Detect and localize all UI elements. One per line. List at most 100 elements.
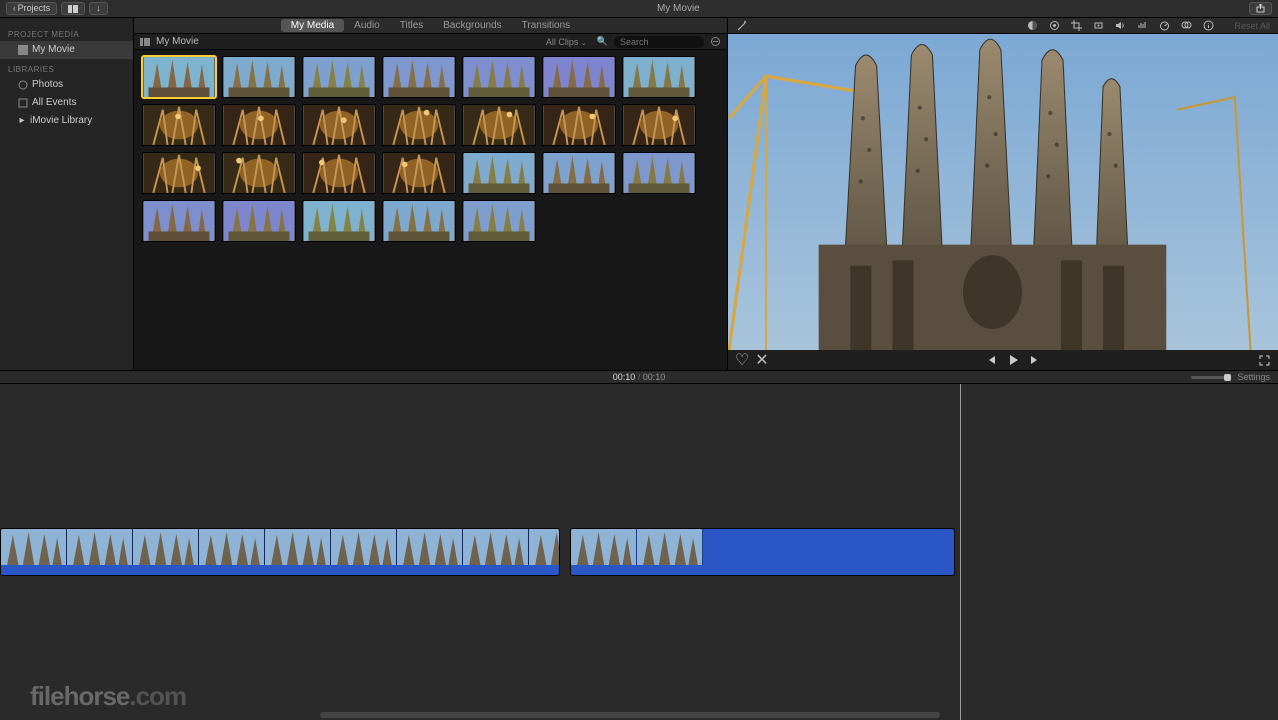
import-button[interactable]: ↓ bbox=[89, 2, 108, 15]
play-button[interactable] bbox=[1007, 354, 1019, 366]
tab-backgrounds[interactable]: Backgrounds bbox=[433, 19, 511, 32]
clip-thumbnail[interactable] bbox=[302, 104, 376, 146]
timeline-frame bbox=[265, 529, 331, 567]
favorite-heart-icon[interactable]: ♡ bbox=[736, 354, 748, 366]
noise-reduction-icon[interactable] bbox=[1136, 20, 1148, 32]
timeline-clip-1[interactable] bbox=[0, 528, 560, 576]
share-button[interactable] bbox=[1249, 2, 1272, 15]
tab-my-media[interactable]: My Media bbox=[281, 19, 344, 32]
browser-tabs: My Media Audio Titles Backgrounds Transi… bbox=[134, 18, 727, 34]
clapper-icon bbox=[18, 45, 28, 55]
timeline-frame bbox=[463, 529, 529, 567]
viewer-toolbar: Reset All bbox=[728, 18, 1278, 34]
reject-x-icon[interactable]: ✕ bbox=[756, 354, 768, 366]
clip-thumbnail[interactable] bbox=[382, 152, 456, 194]
preview-viewport[interactable] bbox=[728, 34, 1278, 350]
stabilize-icon[interactable] bbox=[1092, 20, 1104, 32]
timeline[interactable]: filehorse.com bbox=[0, 384, 1278, 720]
library-toggle-button[interactable] bbox=[61, 2, 85, 15]
color-balance-icon[interactable] bbox=[1026, 20, 1038, 32]
tab-titles[interactable]: Titles bbox=[390, 19, 434, 32]
media-browser: My Media Audio Titles Backgrounds Transi… bbox=[134, 18, 728, 370]
audio-waveform bbox=[571, 565, 954, 575]
clip-thumbnail[interactable] bbox=[382, 200, 456, 242]
horizontal-scrollbar[interactable] bbox=[320, 712, 940, 718]
sidebar-item-label: All Events bbox=[32, 96, 76, 110]
clip-thumbnail[interactable] bbox=[542, 152, 616, 194]
photo-icon bbox=[18, 80, 28, 90]
browser-header: My Movie All Clips ⌄ 🔍 bbox=[134, 34, 727, 50]
timecode-row: 00:10 / 00:10 Settings bbox=[0, 370, 1278, 384]
timeline-frame bbox=[397, 529, 463, 567]
clip-thumbnail[interactable] bbox=[542, 104, 616, 146]
clip-thumbnail[interactable] bbox=[302, 56, 376, 98]
timeline-frame bbox=[637, 529, 703, 567]
clip-thumbnail[interactable] bbox=[142, 152, 216, 194]
clip-thumbnail[interactable] bbox=[462, 104, 536, 146]
clip-thumbnail[interactable] bbox=[142, 200, 216, 242]
timeline-frame bbox=[529, 529, 560, 567]
tab-audio[interactable]: Audio bbox=[344, 19, 390, 32]
timeline-frame bbox=[67, 529, 133, 567]
main-row: PROJECT MEDIA My Movie LIBRARIES Photos … bbox=[0, 18, 1278, 370]
timeline-frame bbox=[199, 529, 265, 567]
tab-transitions[interactable]: Transitions bbox=[512, 19, 581, 32]
clip-thumbnail[interactable] bbox=[222, 152, 296, 194]
clip-thumbnail[interactable] bbox=[382, 56, 456, 98]
clip-thumbnail[interactable] bbox=[142, 56, 216, 98]
clip-thumbnail[interactable] bbox=[462, 56, 536, 98]
search-input[interactable] bbox=[614, 36, 704, 48]
playhead[interactable] bbox=[960, 384, 961, 720]
clip-thumbnail[interactable] bbox=[462, 200, 536, 242]
clip-thumbnail[interactable] bbox=[142, 104, 216, 146]
clip-thumbnail[interactable] bbox=[222, 200, 296, 242]
fullscreen-icon[interactable] bbox=[1258, 354, 1270, 366]
filter-icon[interactable] bbox=[1180, 20, 1192, 32]
sidebar-item-label: Photos bbox=[32, 78, 63, 92]
clip-thumbnail[interactable] bbox=[622, 152, 696, 194]
info-icon[interactable] bbox=[1202, 20, 1214, 32]
clip-thumbnail[interactable] bbox=[302, 200, 376, 242]
titlebar: ‹ Projects ↓ My Movie bbox=[0, 0, 1278, 18]
sidebar-item-all-events[interactable]: All Events bbox=[0, 94, 133, 112]
reset-all-button[interactable]: Reset All bbox=[1234, 21, 1270, 31]
sidebar-item-label: iMovie Library bbox=[30, 114, 92, 128]
timeline-clip-2[interactable] bbox=[570, 528, 955, 576]
list-view-icon[interactable] bbox=[140, 37, 150, 47]
search-icon: 🔍 bbox=[597, 36, 608, 47]
audio-waveform bbox=[1, 565, 559, 575]
clip-thumbnail[interactable] bbox=[462, 152, 536, 194]
clip-appearance-icon[interactable] bbox=[710, 36, 721, 47]
projects-back-button[interactable]: ‹ Projects bbox=[6, 2, 57, 15]
clip-thumbnail[interactable] bbox=[222, 104, 296, 146]
timeline-frame bbox=[331, 529, 397, 567]
download-arrow-icon: ↓ bbox=[96, 3, 101, 14]
sidebar: PROJECT MEDIA My Movie LIBRARIES Photos … bbox=[0, 18, 134, 370]
clip-thumbnail[interactable] bbox=[622, 56, 696, 98]
prev-frame-button[interactable] bbox=[985, 354, 997, 366]
sidebar-item-imovie-library[interactable]: ▸ iMovie Library bbox=[0, 112, 133, 130]
clip-thumbnail[interactable] bbox=[222, 56, 296, 98]
clip-thumbnail[interactable] bbox=[542, 56, 616, 98]
projects-label: Projects bbox=[18, 3, 51, 14]
clip-thumbnail[interactable] bbox=[622, 104, 696, 146]
enhance-wand-icon[interactable] bbox=[736, 20, 748, 32]
next-frame-button[interactable] bbox=[1029, 354, 1041, 366]
clip-thumbnail[interactable] bbox=[382, 104, 456, 146]
color-correction-icon[interactable] bbox=[1048, 20, 1060, 32]
sidebar-item-photos[interactable]: Photos bbox=[0, 76, 133, 94]
clip-thumbnail[interactable] bbox=[302, 152, 376, 194]
browser-crumb: My Movie bbox=[156, 36, 199, 47]
playback-controls-row: ♡ ✕ bbox=[728, 350, 1278, 370]
filter-dropdown[interactable]: All Clips ⌄ bbox=[546, 37, 587, 47]
speed-icon[interactable] bbox=[1158, 20, 1170, 32]
share-icon bbox=[1256, 4, 1265, 13]
timecode-display: 00:10 / 00:10 bbox=[613, 372, 666, 382]
crop-icon[interactable] bbox=[1070, 20, 1082, 32]
chevron-left-icon: ‹ bbox=[13, 3, 16, 14]
volume-icon[interactable] bbox=[1114, 20, 1126, 32]
settings-button[interactable]: Settings bbox=[1237, 372, 1270, 382]
zoom-slider[interactable] bbox=[1191, 376, 1231, 379]
zoom-thumb[interactable] bbox=[1224, 374, 1231, 381]
sidebar-item-my-movie[interactable]: My Movie bbox=[0, 41, 133, 59]
